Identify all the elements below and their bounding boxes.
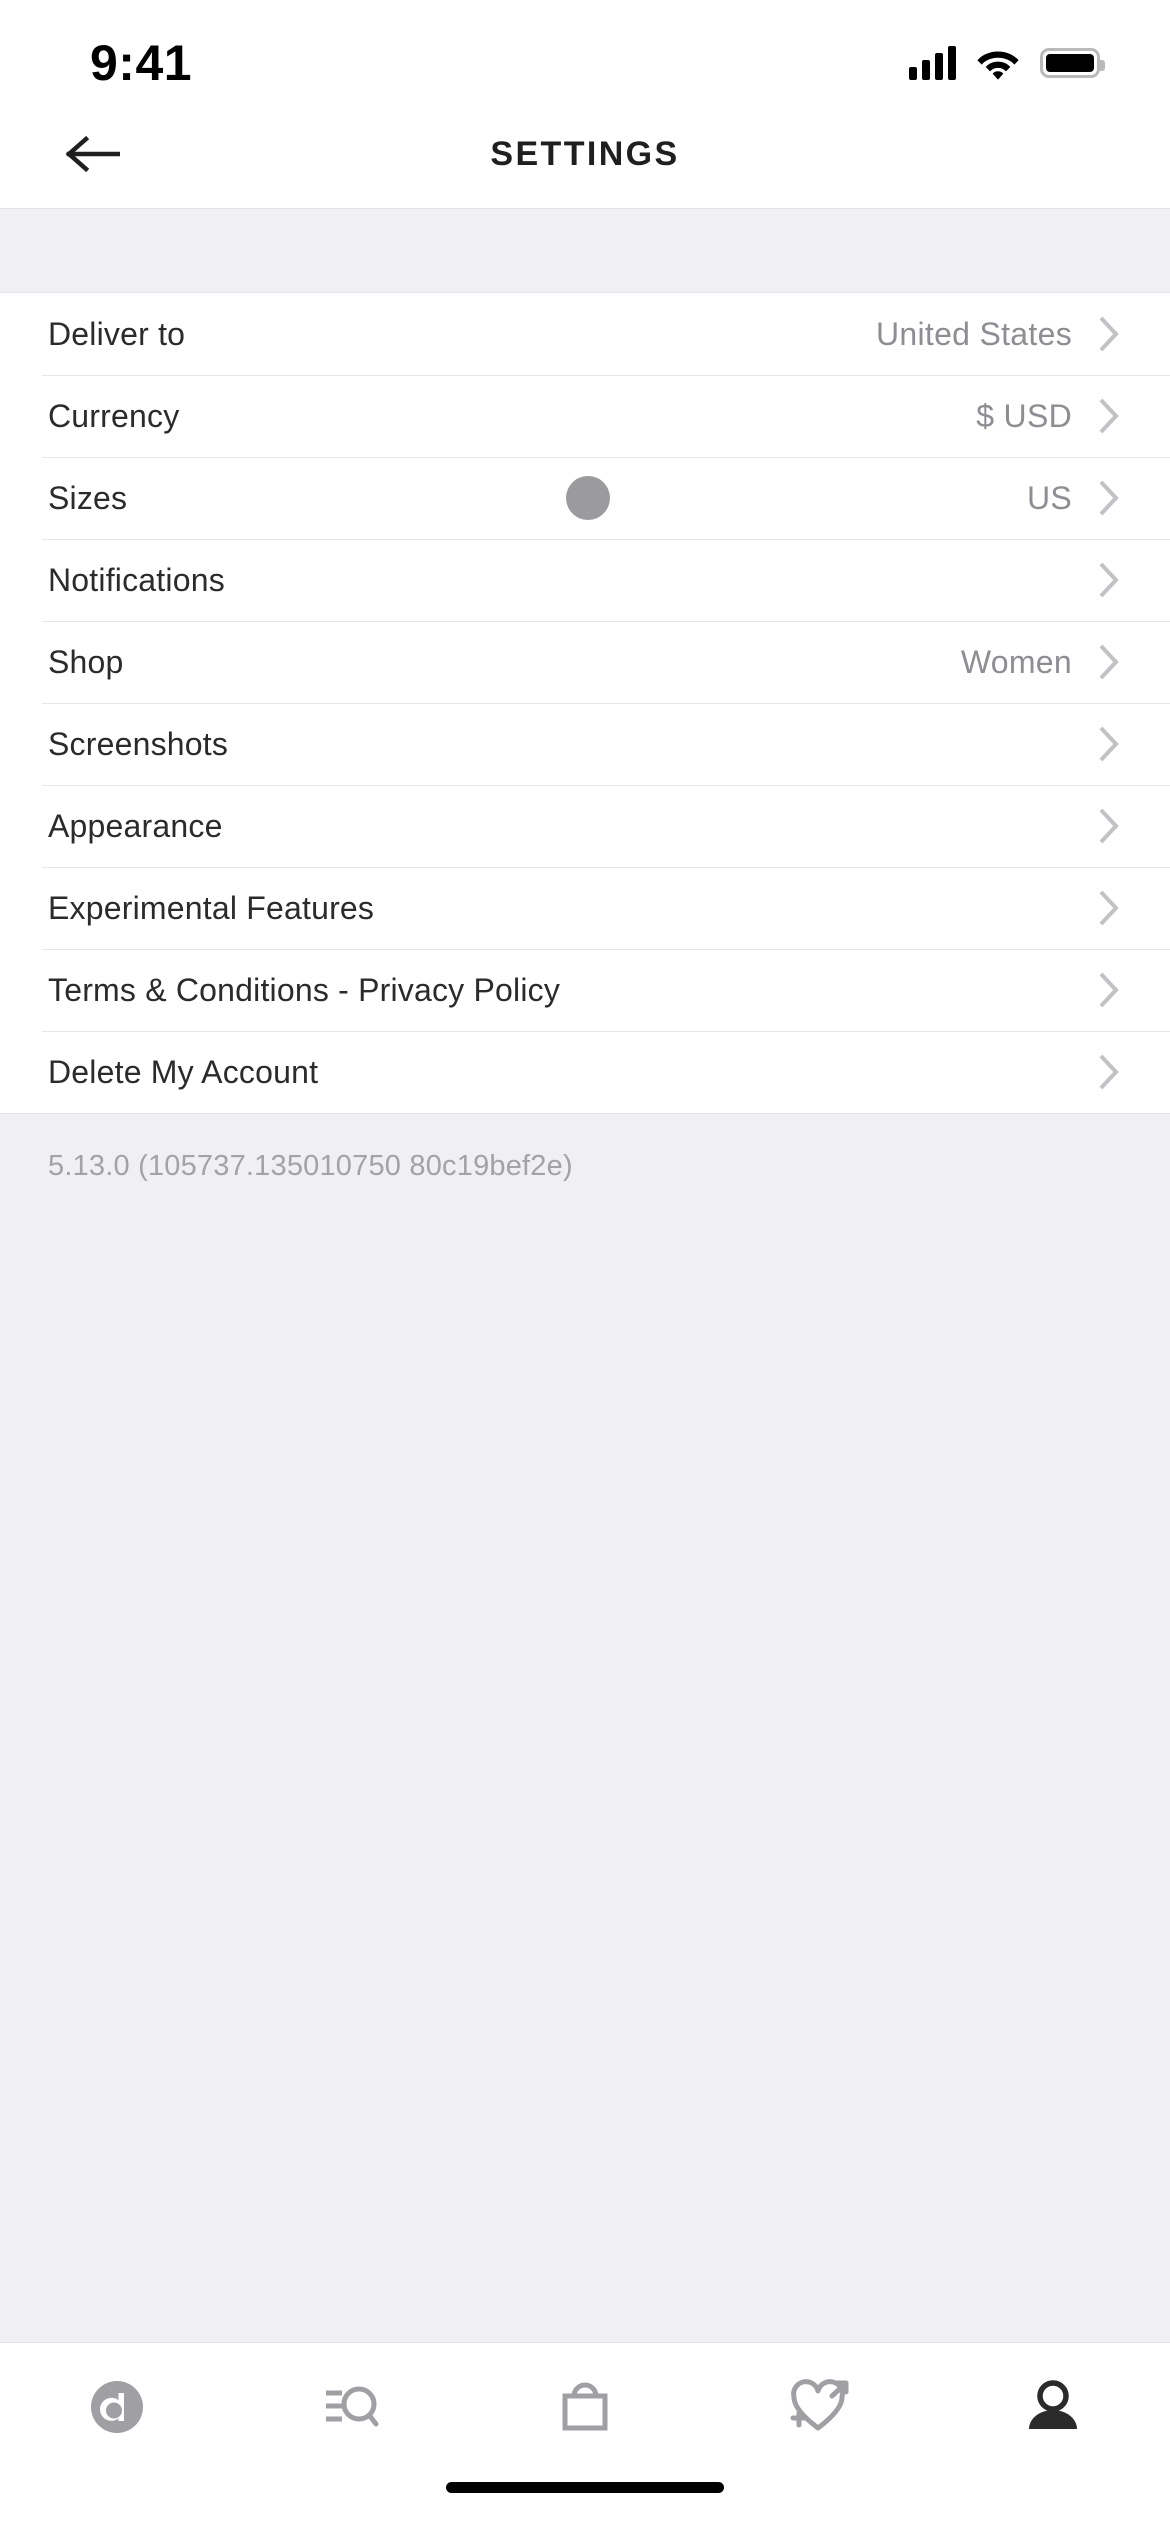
settings-row-notifications[interactable]: Notifications	[0, 539, 1170, 621]
row-label: Screenshots	[48, 725, 229, 762]
chevron-right-icon	[1099, 726, 1119, 762]
profile-person-icon	[1029, 2379, 1077, 2429]
row-value: Women	[960, 643, 1072, 680]
row-trailing: $ USD	[976, 397, 1120, 435]
tab-browse-search[interactable]	[234, 2343, 468, 2470]
chevron-right-icon	[1099, 1054, 1119, 1090]
wifi-icon	[977, 51, 1019, 80]
tab-profile[interactable]	[936, 2343, 1170, 2470]
row-trailing	[1072, 725, 1120, 763]
row-label: Sizes	[48, 479, 128, 516]
page-title: SETTINGS	[490, 134, 680, 173]
tab-shopping-bag[interactable]	[468, 2343, 702, 2470]
signal-bars-icon	[909, 46, 956, 80]
row-label: Notifications	[48, 561, 225, 598]
battery-full-icon	[1040, 48, 1105, 78]
settings-row-terms-privacy[interactable]: Terms & Conditions - Privacy Policy	[0, 949, 1170, 1031]
settings-row-delete-account[interactable]: Delete My Account	[0, 1031, 1170, 1113]
settings-list: Deliver to United States Currency $ USD …	[0, 293, 1170, 1113]
row-trailing	[1072, 1053, 1120, 1091]
row-trailing: United States	[876, 315, 1120, 353]
row-label: Shop	[48, 643, 124, 680]
row-trailing	[1072, 971, 1120, 1009]
app-version-text: 5.13.0 (105737.135010750 80c19bef2e)	[48, 1150, 573, 1182]
status-bar: 9:41	[0, 0, 1170, 100]
home-indicator[interactable]	[446, 2482, 724, 2493]
heart-gender-icon	[790, 2378, 849, 2430]
settings-row-experimental-features[interactable]: Experimental Features	[0, 867, 1170, 949]
chevron-right-icon	[1099, 480, 1119, 516]
settings-row-shop[interactable]: Shop Women	[0, 621, 1170, 703]
row-label: Deliver to	[48, 315, 186, 352]
row-trailing	[1072, 889, 1120, 927]
row-value: $ USD	[976, 397, 1072, 434]
chevron-right-icon	[1099, 644, 1119, 680]
chevron-right-icon	[1099, 808, 1119, 844]
tab-wishlist[interactable]	[702, 2343, 936, 2470]
row-label: Appearance	[48, 807, 223, 844]
row-label: Currency	[48, 397, 180, 434]
row-value: United States	[875, 315, 1072, 352]
chevron-right-icon	[1099, 562, 1119, 598]
row-trailing	[1072, 807, 1120, 845]
row-trailing	[1072, 561, 1120, 599]
tab-home-brand[interactable]	[0, 2343, 234, 2470]
settings-row-screenshots[interactable]: Screenshots	[0, 703, 1170, 785]
row-trailing: Women	[961, 643, 1120, 681]
back-arrow-icon	[65, 135, 120, 173]
navigation-bar: SETTINGS	[0, 100, 1170, 208]
settings-row-sizes[interactable]: Sizes US	[0, 457, 1170, 539]
status-indicators	[909, 46, 1105, 80]
row-label: Experimental Features	[48, 889, 375, 926]
back-button[interactable]	[52, 114, 132, 194]
row-value: US	[1026, 479, 1072, 516]
settings-row-deliver-to[interactable]: Deliver to United States	[0, 293, 1170, 375]
status-time: 9:41	[90, 35, 193, 91]
home-indicator-area	[0, 2470, 1170, 2532]
size-indicator-dot	[566, 476, 610, 520]
settings-row-currency[interactable]: Currency $ USD	[0, 375, 1170, 457]
browse-search-icon	[326, 2386, 379, 2426]
version-footer: 5.13.0 (105737.135010750 80c19bef2e)	[0, 1113, 1170, 2342]
section-spacer-band	[0, 208, 1170, 293]
row-label: Delete My Account	[48, 1053, 319, 1090]
settings-content: Deliver to United States Currency $ USD …	[0, 208, 1170, 2342]
row-trailing: US	[1027, 479, 1120, 517]
settings-screen: 9:41 SETTINGS Deliver to United States C…	[0, 0, 1170, 2532]
shopping-bag-icon	[562, 2382, 608, 2430]
chevron-right-icon	[1099, 316, 1119, 352]
settings-row-appearance[interactable]: Appearance	[0, 785, 1170, 867]
chevron-right-icon	[1099, 890, 1119, 926]
bottom-tab-bar	[0, 2342, 1170, 2470]
brand-a-logo-icon	[91, 2380, 143, 2433]
chevron-right-icon	[1099, 972, 1119, 1008]
chevron-right-icon	[1099, 398, 1119, 434]
row-label: Terms & Conditions - Privacy Policy	[48, 971, 561, 1008]
